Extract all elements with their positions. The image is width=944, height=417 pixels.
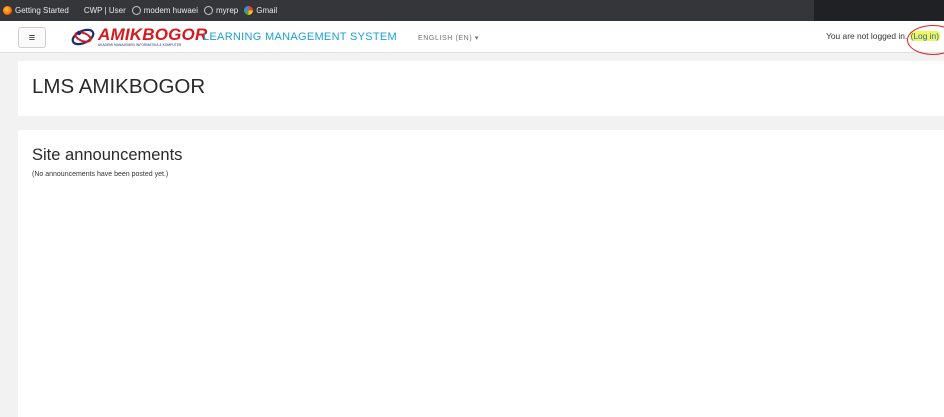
login-status-text: You are not logged in. bbox=[826, 31, 908, 41]
blank-icon bbox=[75, 6, 81, 15]
announcements-heading: Site announcements bbox=[32, 146, 183, 164]
firefox-icon bbox=[3, 6, 12, 15]
bookmark-label: modem huwaei bbox=[143, 6, 198, 15]
bookmarks-bar: Getting Started CWP | User modem huwaei … bbox=[0, 0, 944, 21]
bookmark-label: Getting Started bbox=[15, 6, 69, 15]
google-icon bbox=[244, 6, 254, 15]
menu-toggle-button[interactable]: ≡ bbox=[18, 27, 46, 48]
bookmark-getting-started[interactable]: Getting Started bbox=[3, 6, 69, 15]
site-logo[interactable]: AMIKBOGOR AKADEMI MANAJEMEN INFORMATIKA … bbox=[70, 26, 207, 48]
site-announcements-region: Site announcements (No announcements hav… bbox=[18, 130, 944, 417]
site-title: LEARNING MANAGEMENT SYSTEM bbox=[203, 31, 398, 43]
page-title: LMS AMIKBOGOR bbox=[32, 75, 206, 98]
bookmark-label: myrep bbox=[216, 6, 239, 15]
logo-text-group: AMIKBOGOR AKADEMI MANAJEMEN INFORMATIKA … bbox=[98, 26, 207, 47]
language-label: ENGLISH (EN) bbox=[418, 35, 473, 42]
page-header: LMS AMIKBOGOR bbox=[18, 61, 944, 116]
site-navbar: ≡ AMIKBOGOR AKADEMI MANAJEMEN INFORMATIK… bbox=[0, 21, 944, 53]
globe-icon bbox=[131, 6, 141, 15]
globe-icon bbox=[204, 6, 213, 15]
bookmark-modem-huwaei[interactable]: modem huwaei bbox=[131, 6, 198, 15]
logo-tagline: AKADEMI MANAJEMEN INFORMATIKA & KOMPUTER bbox=[98, 43, 182, 47]
announcements-empty-note: (No announcements have been posted yet.) bbox=[32, 171, 169, 178]
logo-wordmark: AMIKBOGOR bbox=[98, 25, 208, 44]
chevron-down-icon: ▾ bbox=[474, 35, 479, 42]
bookmark-label: CWP | User bbox=[83, 6, 126, 15]
bookmark-myrep[interactable]: myrep bbox=[204, 6, 238, 15]
bookmarks-bar-overflow bbox=[814, 0, 944, 21]
bookmark-cwp-user[interactable]: CWP | User bbox=[75, 6, 126, 15]
bookmark-gmail[interactable]: Gmail bbox=[244, 6, 277, 15]
bookmark-label: Gmail bbox=[256, 6, 278, 15]
hamburger-icon: ≡ bbox=[28, 31, 36, 44]
logo-swoosh-icon bbox=[71, 28, 95, 46]
language-menu[interactable]: ENGLISH (EN) ▾ bbox=[418, 34, 479, 42]
